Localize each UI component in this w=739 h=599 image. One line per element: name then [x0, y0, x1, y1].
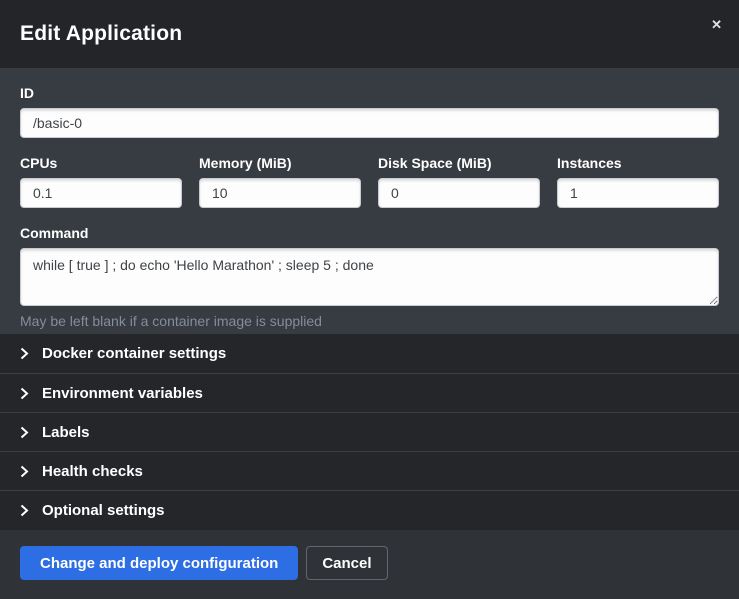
accordion-docker-container-settings[interactable]: Docker container settings — [0, 334, 739, 373]
instances-field-group: Instances — [557, 155, 719, 208]
edit-application-modal: Edit Application ✕ ID CPUs Memory (MiB) … — [0, 0, 739, 599]
chevron-right-icon — [20, 504, 29, 517]
instances-label: Instances — [557, 155, 719, 171]
modal-title: Edit Application — [20, 22, 182, 46]
id-input[interactable] — [20, 108, 719, 138]
resources-row: CPUs Memory (MiB) Disk Space (MiB) Insta… — [20, 155, 719, 208]
chevron-right-icon — [20, 347, 29, 360]
disk-label: Disk Space (MiB) — [378, 155, 540, 171]
cpus-input[interactable] — [20, 178, 182, 208]
accordion-environment-variables[interactable]: Environment variables — [0, 373, 739, 412]
disk-field-group: Disk Space (MiB) — [378, 155, 540, 208]
command-label: Command — [20, 225, 719, 241]
change-and-deploy-button[interactable]: Change and deploy configuration — [20, 546, 298, 580]
command-help-text: May be left blank if a container image i… — [20, 313, 719, 329]
accordion-labels[interactable]: Labels — [0, 412, 739, 451]
accordion-optional-settings[interactable]: Optional settings — [0, 490, 739, 529]
modal-footer: Change and deploy configuration Cancel — [0, 530, 739, 599]
disk-input[interactable] — [378, 178, 540, 208]
cancel-button[interactable]: Cancel — [306, 546, 387, 580]
command-textarea-wrap: while [ true ] ; do echo 'Hello Marathon… — [20, 248, 719, 306]
memory-input[interactable] — [199, 178, 361, 208]
memory-label: Memory (MiB) — [199, 155, 361, 171]
command-input[interactable]: while [ true ] ; do echo 'Hello Marathon… — [20, 248, 719, 306]
accordion-label: Optional settings — [42, 502, 165, 519]
instances-input[interactable] — [557, 178, 719, 208]
cpus-field-group: CPUs — [20, 155, 182, 208]
id-label: ID — [20, 85, 719, 101]
accordion-label: Health checks — [42, 463, 143, 480]
chevron-right-icon — [20, 426, 29, 439]
close-icon[interactable]: ✕ — [707, 16, 726, 33]
accordion-health-checks[interactable]: Health checks — [0, 451, 739, 490]
chevron-right-icon — [20, 465, 29, 478]
command-field-group: Command while [ true ] ; do echo 'Hello … — [20, 225, 719, 329]
chevron-right-icon — [20, 387, 29, 400]
accordion-section: Docker container settings Environment va… — [0, 334, 739, 530]
id-field-group: ID — [20, 85, 719, 138]
accordion-label: Labels — [42, 424, 90, 441]
memory-field-group: Memory (MiB) — [199, 155, 361, 208]
accordion-label: Environment variables — [42, 385, 203, 402]
form-section: ID CPUs Memory (MiB) Disk Space (MiB) In… — [0, 68, 739, 334]
accordion-label: Docker container settings — [42, 345, 226, 362]
modal-header: Edit Application ✕ — [0, 0, 739, 68]
cpus-label: CPUs — [20, 155, 182, 171]
